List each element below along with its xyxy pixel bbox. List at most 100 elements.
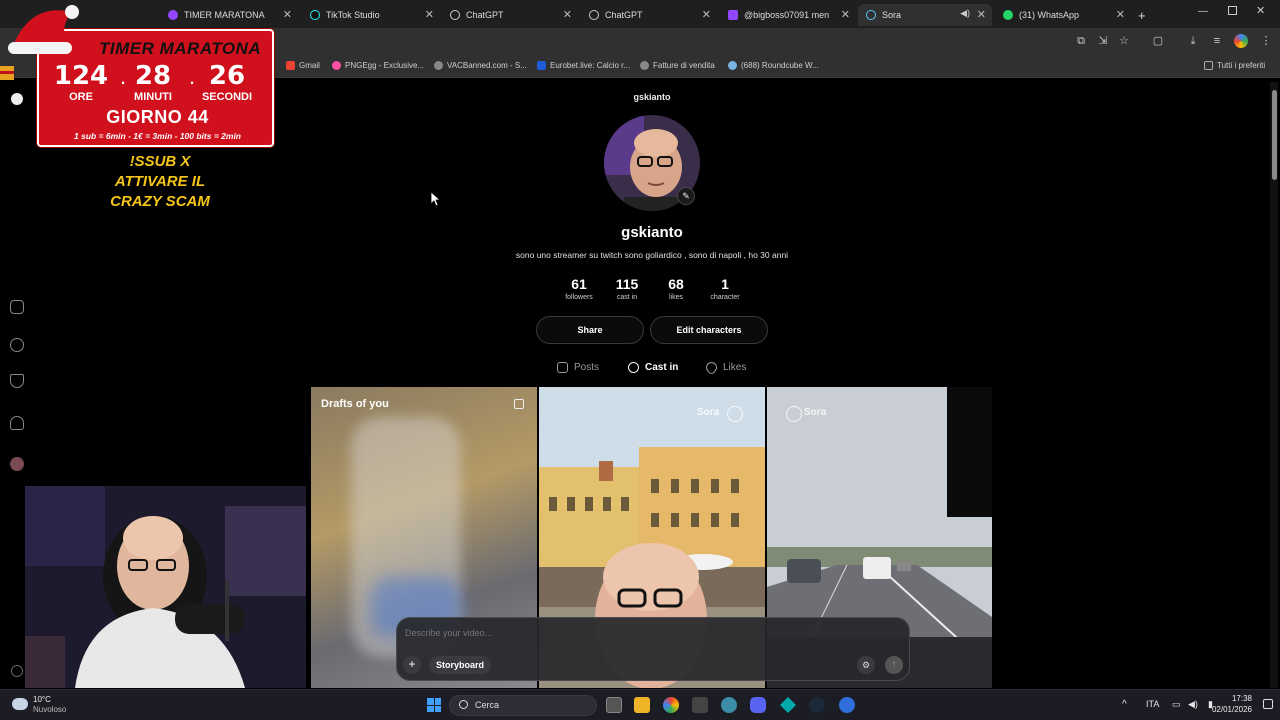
tab-cast-in[interactable]: Cast in bbox=[628, 359, 678, 375]
bookmark-gmail[interactable]: Gmail bbox=[286, 61, 320, 70]
file-explorer-icon[interactable] bbox=[634, 697, 650, 713]
tab-sora[interactable]: Sora ◀) ✕ bbox=[858, 4, 992, 26]
discord-icon[interactable] bbox=[750, 697, 766, 713]
timer-minutes-label: MINUTI bbox=[134, 91, 172, 103]
tab-tiktok-studio[interactable]: TikTok Studio ✕ bbox=[302, 4, 440, 26]
bookmark-pngegg[interactable]: PNGEgg - Exclusive... bbox=[332, 61, 424, 70]
close-icon[interactable]: ✕ bbox=[977, 8, 986, 21]
speaker-icon[interactable]: ◀) bbox=[960, 8, 970, 19]
sub-promo-text: !SSUB X ATTIVARE IL CRAZY SCAM bbox=[70, 152, 250, 212]
timer-seconds-label: SECONDI bbox=[201, 91, 253, 103]
clock-date[interactable]: 02/01/2026 bbox=[1210, 705, 1252, 714]
stat-characters[interactable]: 1 character bbox=[695, 276, 755, 301]
bookmark-roundcube[interactable]: (688) Roundcube W... bbox=[728, 61, 819, 70]
heart-icon bbox=[703, 359, 720, 375]
close-icon[interactable]: ✕ bbox=[1116, 8, 1125, 21]
weather-desc[interactable]: Nuvoloso bbox=[33, 705, 66, 714]
settings-sliders-icon[interactable]: ⚙ bbox=[857, 656, 875, 674]
user-circle-icon bbox=[628, 361, 639, 373]
tab-chatgpt-2[interactable]: ChatGPT ✕ bbox=[581, 4, 717, 26]
drafts-open-icon[interactable] bbox=[514, 399, 524, 409]
bookmark-label: PNGEgg - Exclusive... bbox=[345, 61, 425, 70]
close-window-icon[interactable]: ✕ bbox=[1256, 4, 1265, 17]
close-icon[interactable]: ✕ bbox=[841, 8, 850, 21]
tab-posts[interactable]: Posts bbox=[557, 359, 599, 375]
promo-line: CRAZY SCAM bbox=[110, 193, 210, 210]
twitch-icon bbox=[168, 10, 178, 20]
windows-start-icon[interactable] bbox=[427, 698, 441, 712]
bell-icon[interactable] bbox=[10, 416, 24, 430]
app-icon[interactable] bbox=[692, 697, 708, 713]
extensions-icon[interactable]: ▢ bbox=[1151, 34, 1165, 48]
share-button[interactable]: Share bbox=[536, 316, 644, 344]
sora-logo-icon bbox=[786, 406, 802, 422]
timer-seconds: 26 bbox=[208, 61, 246, 91]
bookmark-vacbanned[interactable]: VACBanned.com - S... bbox=[434, 61, 527, 70]
taskbar-search[interactable]: Cerca bbox=[449, 695, 597, 716]
storyboard-button[interactable]: Storyboard bbox=[429, 656, 492, 674]
volume-icon[interactable]: ◀) bbox=[1188, 699, 1198, 710]
new-tab-button[interactable]: + bbox=[1134, 4, 1154, 26]
tab-label: Posts bbox=[574, 361, 600, 373]
tab-label: ChatGPT bbox=[605, 10, 643, 20]
home-icon[interactable] bbox=[10, 300, 24, 314]
edit-characters-button[interactable]: Edit characters bbox=[650, 316, 768, 344]
search-icon[interactable] bbox=[10, 338, 24, 352]
webcam-overlay bbox=[25, 486, 306, 688]
stat-value: 1 bbox=[721, 276, 729, 292]
close-icon[interactable]: ✕ bbox=[425, 8, 434, 21]
close-icon[interactable]: ✕ bbox=[283, 8, 292, 21]
bookmark-label: Gmail bbox=[299, 61, 320, 70]
close-icon[interactable]: ✕ bbox=[563, 8, 572, 21]
santa-hat-icon bbox=[0, 5, 79, 105]
browser-tab-strip: TIMER MARATONA ✕ TikTok Studio ✕ ChatGPT… bbox=[0, 0, 1280, 28]
menu-icon[interactable]: ⋮ bbox=[1259, 34, 1273, 48]
steam-icon[interactable] bbox=[809, 697, 825, 713]
profile-avatar[interactable] bbox=[10, 457, 24, 471]
notification-icon[interactable] bbox=[1263, 699, 1273, 709]
clock-time[interactable]: 17:38 bbox=[1210, 694, 1252, 703]
tab-label: Likes bbox=[723, 361, 747, 373]
tab-whatsapp[interactable]: (31) WhatsApp ✕ bbox=[995, 4, 1131, 26]
install-app-icon[interactable]: ⇲ bbox=[1096, 34, 1110, 48]
tab-label: TIMER MARATONA bbox=[184, 10, 265, 20]
drafts-label: Drafts of you bbox=[321, 398, 389, 410]
bookmark-label: Eurobet.live: Calcio r... bbox=[550, 61, 631, 70]
send-arrow-icon[interactable]: ↑ bbox=[885, 656, 903, 674]
minimize-icon[interactable]: — bbox=[1198, 6, 1208, 17]
weather-temp[interactable]: 10°C bbox=[33, 695, 51, 704]
trophy-icon[interactable] bbox=[10, 374, 24, 388]
app-icon[interactable] bbox=[780, 697, 796, 713]
star-icon[interactable]: ☆ bbox=[1117, 34, 1131, 48]
bookmark-all-favorites[interactable]: Tutti i preferiti bbox=[1204, 61, 1265, 70]
reading-list-icon[interactable]: ≡ bbox=[1210, 34, 1224, 48]
tiktok-icon bbox=[310, 10, 320, 20]
roundcube-icon bbox=[728, 61, 737, 70]
maximize-icon[interactable] bbox=[1228, 6, 1237, 15]
task-view-icon[interactable] bbox=[606, 697, 622, 713]
translate-icon[interactable]: ⧉ bbox=[1074, 34, 1088, 48]
bookmark-eurobet[interactable]: Eurobet.live: Calcio r... bbox=[537, 61, 630, 70]
tab-chatgpt-1[interactable]: ChatGPT ✕ bbox=[442, 4, 578, 26]
download-icon[interactable]: ⤓ bbox=[1186, 34, 1200, 48]
edit-avatar-pencil-icon[interactable]: ✎ bbox=[677, 187, 695, 205]
tab-likes[interactable]: Likes bbox=[703, 359, 747, 375]
tray-chevron-icon[interactable]: ^ bbox=[1122, 699, 1127, 710]
bookmark-fatture[interactable]: Fatture di vendita bbox=[640, 61, 715, 70]
describe-video-input[interactable] bbox=[405, 628, 805, 638]
close-icon[interactable]: ✕ bbox=[702, 8, 711, 21]
whatsapp-icon bbox=[1003, 10, 1013, 20]
globe-icon bbox=[434, 61, 443, 70]
app-icon[interactable] bbox=[839, 697, 855, 713]
language-indicator[interactable]: ITA bbox=[1146, 699, 1159, 709]
edge-icon[interactable] bbox=[721, 697, 737, 713]
tab-bigboss[interactable]: @bigboss07091 men ✕ bbox=[720, 4, 856, 26]
network-icon[interactable]: ▭ bbox=[1172, 699, 1181, 710]
add-button[interactable]: + bbox=[403, 656, 421, 674]
tab-timer-maratona[interactable]: TIMER MARATONA ✕ bbox=[160, 4, 298, 26]
search-icon bbox=[459, 700, 468, 709]
settings-icon[interactable] bbox=[11, 665, 23, 677]
profile-avatar-icon[interactable] bbox=[1234, 34, 1248, 48]
page-scrollbar-thumb[interactable] bbox=[1272, 90, 1277, 180]
chrome-icon[interactable] bbox=[663, 697, 679, 713]
